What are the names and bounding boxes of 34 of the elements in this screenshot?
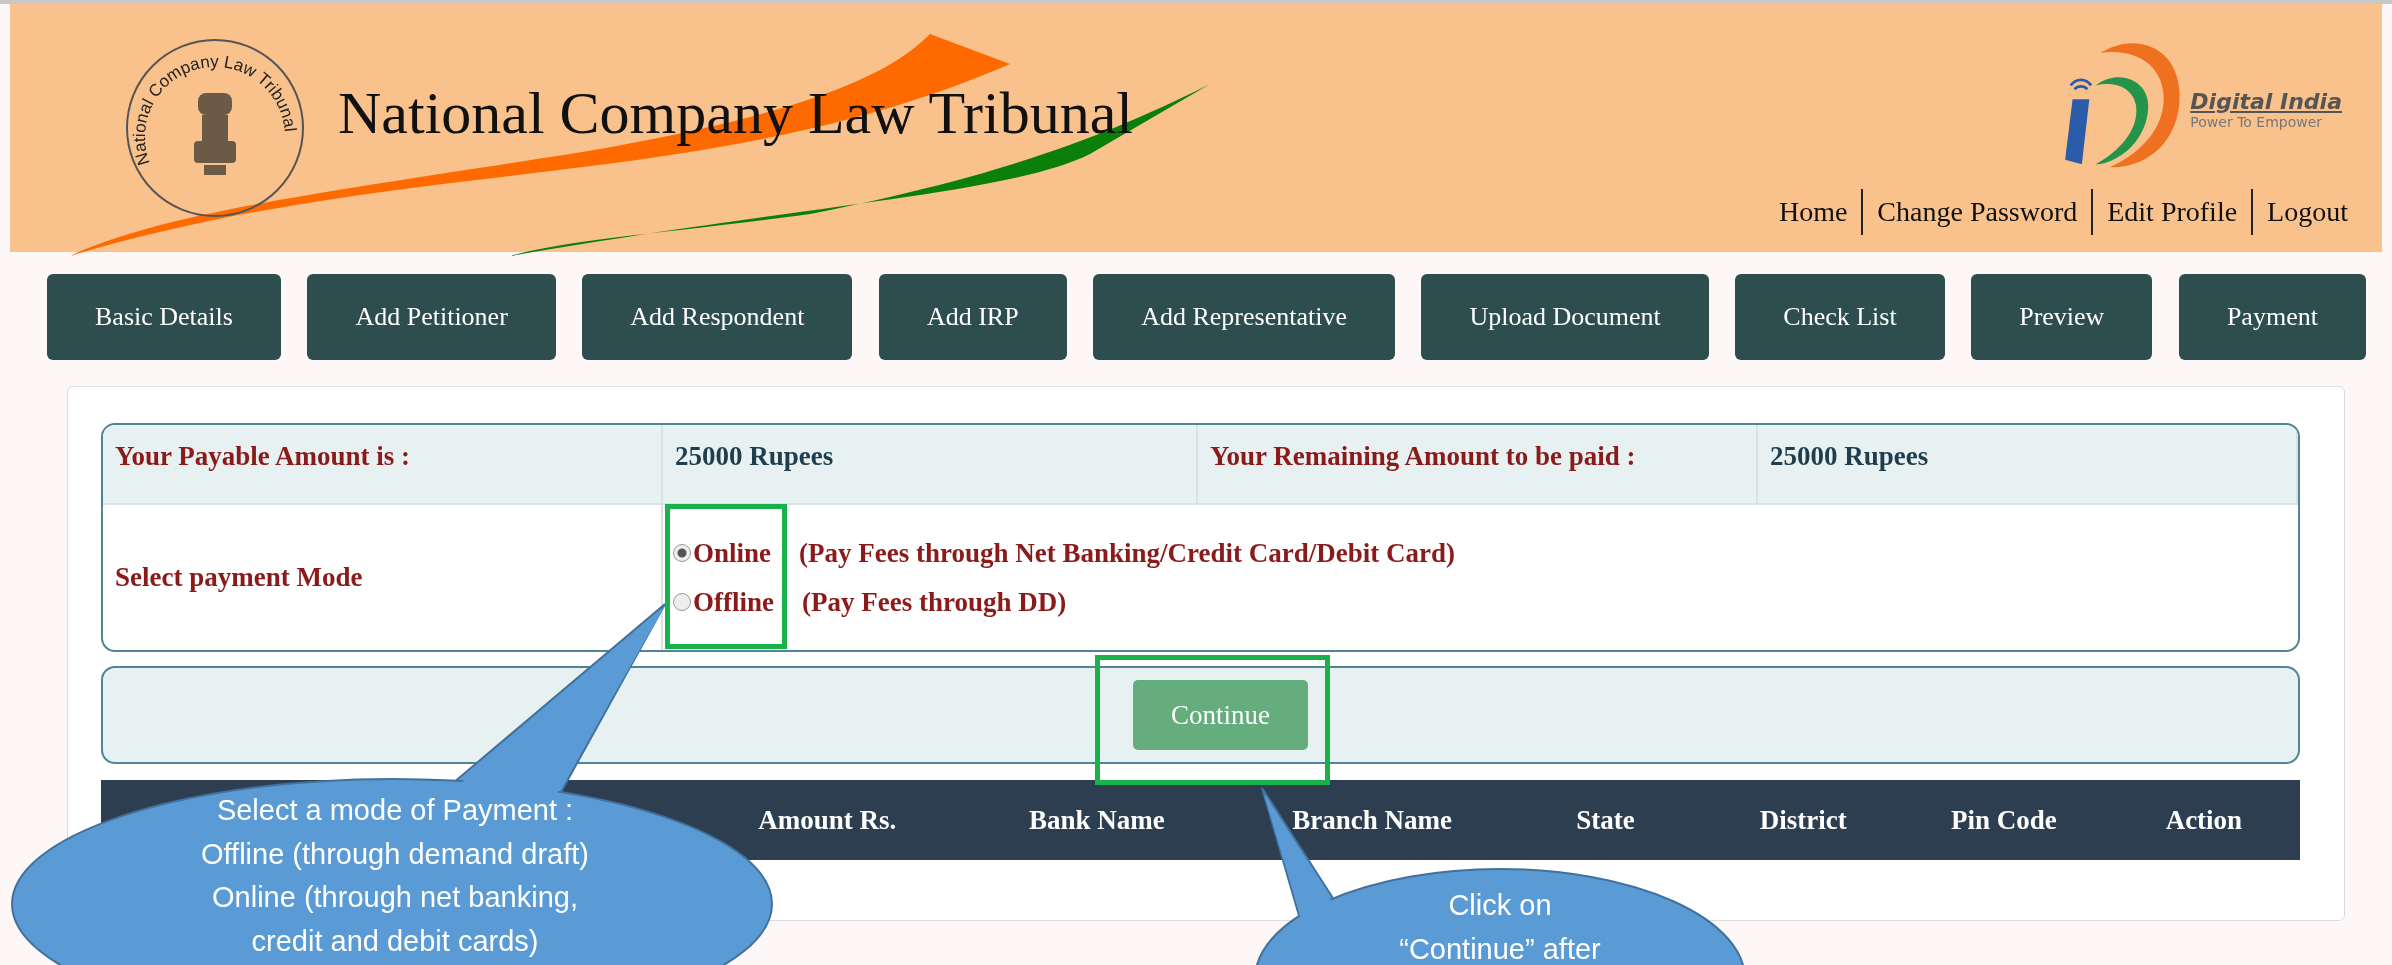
mode-note: (Pay Fees through DD)	[802, 586, 1067, 618]
step-tab[interactable]: Add IRP	[878, 274, 1067, 360]
step-tab[interactable]: Add Representative	[1093, 274, 1395, 360]
callout-text: Select a mode of Payment : Offline (through demand draft) Online (through net banking, credit and debit cards)	[200, 793, 590, 959]
step-tab[interactable]: Basic Details	[47, 274, 281, 360]
step-tab[interactable]: Add Petitioner	[307, 274, 556, 360]
header-link[interactable]: Home	[1764, 196, 1862, 228]
header-link[interactable]: Change Password	[1863, 196, 2092, 228]
column-header: Branch Name	[1291, 804, 1454, 836]
step-tab[interactable]: Add Respondent	[582, 274, 853, 360]
logo-name: Digital India	[2190, 88, 2342, 114]
step-tab[interactable]: Check List	[1735, 274, 1945, 360]
mode-option-label[interactable]: Online	[693, 537, 772, 569]
radio-button[interactable]	[673, 593, 691, 611]
step-tab[interactable]: Payment	[2178, 274, 2366, 360]
step-tab[interactable]: Upload Document	[1421, 274, 1709, 360]
radio-button[interactable]	[673, 544, 691, 562]
mode-note: (Pay Fees through Net Banking/Credit Card/Debit Card)	[799, 537, 1456, 569]
step-tab[interactable]: Preview	[1971, 274, 2153, 360]
amount-label: Your Payable Amount is :	[103, 425, 663, 503]
column-header: Bank Name	[1027, 804, 1166, 836]
column-header: State	[1575, 804, 1636, 836]
column-header: Amount Rs.	[757, 804, 898, 836]
header-link[interactable]: Logout	[2253, 196, 2362, 228]
column-header: Pin Code	[1949, 804, 2058, 836]
column-header: Action	[2164, 804, 2244, 836]
header-link[interactable]: Edit Profile	[2093, 196, 2252, 228]
callout-text: Click on “Continue” after	[1398, 888, 1602, 965]
amount-value: 25000 Rupees	[663, 425, 1198, 503]
logo-tagline: Power To Empower	[2190, 113, 2324, 130]
mode-option-label[interactable]: Offline	[693, 586, 774, 618]
remaining-value: 25000 Rupees	[1758, 425, 2298, 503]
column-header: District	[1758, 804, 1848, 836]
remaining-label: Your Remaining Amount to be paid :	[1198, 425, 1758, 503]
